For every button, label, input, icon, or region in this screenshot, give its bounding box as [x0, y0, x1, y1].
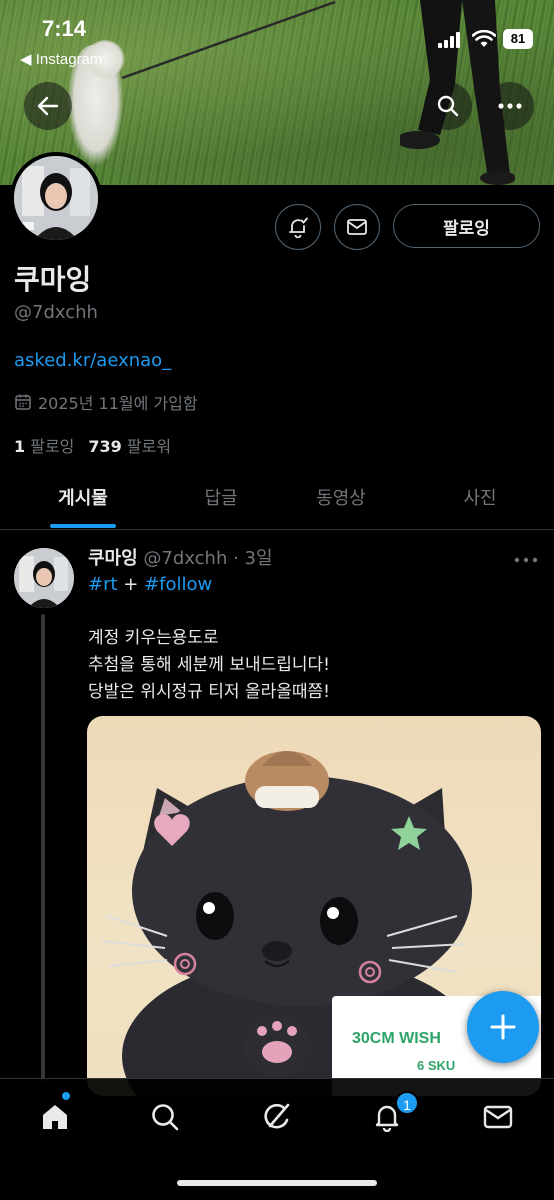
arrow-left-icon: [37, 96, 59, 116]
following-button[interactable]: 팔로잉: [393, 204, 540, 248]
joined-date-text: 2025년 11월에 가입함: [38, 394, 198, 413]
post-timestamp[interactable]: 3일: [245, 548, 273, 569]
nav-grok[interactable]: [257, 1097, 297, 1137]
home-unread-dot: [62, 1092, 70, 1100]
plus-icon: [490, 1014, 516, 1040]
product-label-line1: 30CM WISH: [352, 1030, 441, 1047]
mail-icon: [483, 1105, 513, 1129]
profile-screen: 7:14 ◀ Instagram 81 팔로잉 쿠마잉 @7dxchh aske…: [0, 0, 554, 1200]
envelope-icon: [347, 219, 367, 235]
profile-tabs: 게시물 답글 동영상 사진: [0, 470, 554, 530]
hashtag-plus: +: [117, 574, 145, 595]
tab-videos[interactable]: 동영상: [305, 484, 377, 510]
followers-count: 739: [88, 437, 122, 456]
post-meta-separator: ·: [227, 548, 245, 569]
nav-messages[interactable]: [478, 1097, 518, 1137]
followers-label: 팔로워: [126, 437, 172, 456]
post-text-line: 추첨을 통해 세분께 보내드립니다!: [88, 655, 330, 675]
grok-icon: [264, 1103, 290, 1129]
battery-indicator: 81: [503, 29, 533, 49]
bell-plus-icon: [289, 217, 308, 238]
post-more-button[interactable]: [514, 548, 538, 567]
profile-website-link[interactable]: asked.kr/aexnao_: [14, 350, 171, 371]
follow-counts: 1 팔로잉 739 팔로워: [14, 433, 171, 457]
profile-avatar[interactable]: [10, 152, 102, 244]
post-text-line: 당발은 위시정규 티저 올라올때쯤!: [88, 682, 330, 702]
post-author-handle[interactable]: @7dxchh: [143, 548, 227, 569]
tab-posts[interactable]: 게시물: [50, 484, 116, 510]
tab-replies[interactable]: 답글: [190, 484, 252, 510]
nav-home[interactable]: [35, 1097, 75, 1137]
following-count: 1: [14, 437, 26, 456]
profile-display-name: 쿠마잉: [14, 263, 92, 296]
back-to-app-link[interactable]: ◀ Instagram: [20, 50, 102, 68]
notifications-toggle-button[interactable]: [275, 204, 321, 250]
cellular-signal-icon: [438, 32, 460, 48]
avatar-image: [14, 156, 98, 240]
following-count-link[interactable]: 1 팔로잉: [14, 437, 74, 456]
back-button[interactable]: [24, 82, 72, 130]
home-indicator[interactable]: [177, 1180, 377, 1186]
status-bar: 7:14 ◀ Instagram 81: [0, 0, 554, 80]
more-options-button[interactable]: [486, 82, 534, 130]
thread-line: [41, 614, 45, 1084]
post-text: 계정 키우는용도로 추첨을 통해 세분께 보내드립니다! 당발은 위시정규 티저…: [88, 625, 330, 706]
post-author-name[interactable]: 쿠마잉: [88, 548, 138, 569]
more-horizontal-icon: [498, 103, 522, 109]
more-horizontal-icon: [514, 557, 538, 563]
post-author-avatar[interactable]: [14, 548, 74, 608]
joined-date: 2025년 11월에 가입함: [14, 390, 198, 414]
tab-photos[interactable]: 사진: [445, 484, 515, 510]
wifi-icon: [472, 30, 496, 47]
search-icon: [152, 1104, 179, 1131]
post-header: 쿠마잉 @7dxchh · 3일: [88, 544, 273, 570]
post-hashtags: #rt + #follow: [88, 574, 212, 595]
following-label: 팔로잉: [30, 437, 75, 456]
message-button[interactable]: [334, 204, 380, 250]
followers-count-link[interactable]: 739 팔로워: [88, 437, 171, 456]
profile-handle: @7dxchh: [14, 302, 98, 323]
status-time: 7:14: [42, 16, 87, 41]
active-tab-indicator: [50, 524, 116, 528]
hashtag-link[interactable]: #rt: [88, 574, 118, 595]
post-text-line: 계정 키우는용도로: [88, 628, 219, 648]
compose-post-button[interactable]: [467, 991, 539, 1063]
calendar-icon: [15, 394, 31, 410]
hashtag-link[interactable]: #follow: [144, 574, 212, 595]
search-icon: [437, 95, 459, 117]
search-button[interactable]: [424, 82, 472, 130]
notifications-badge: 1: [395, 1091, 419, 1115]
nav-search[interactable]: [145, 1097, 185, 1137]
home-icon: [43, 1105, 67, 1129]
post-avatar-image: [14, 548, 74, 608]
product-label-line2: 6 SKU: [417, 1058, 456, 1073]
